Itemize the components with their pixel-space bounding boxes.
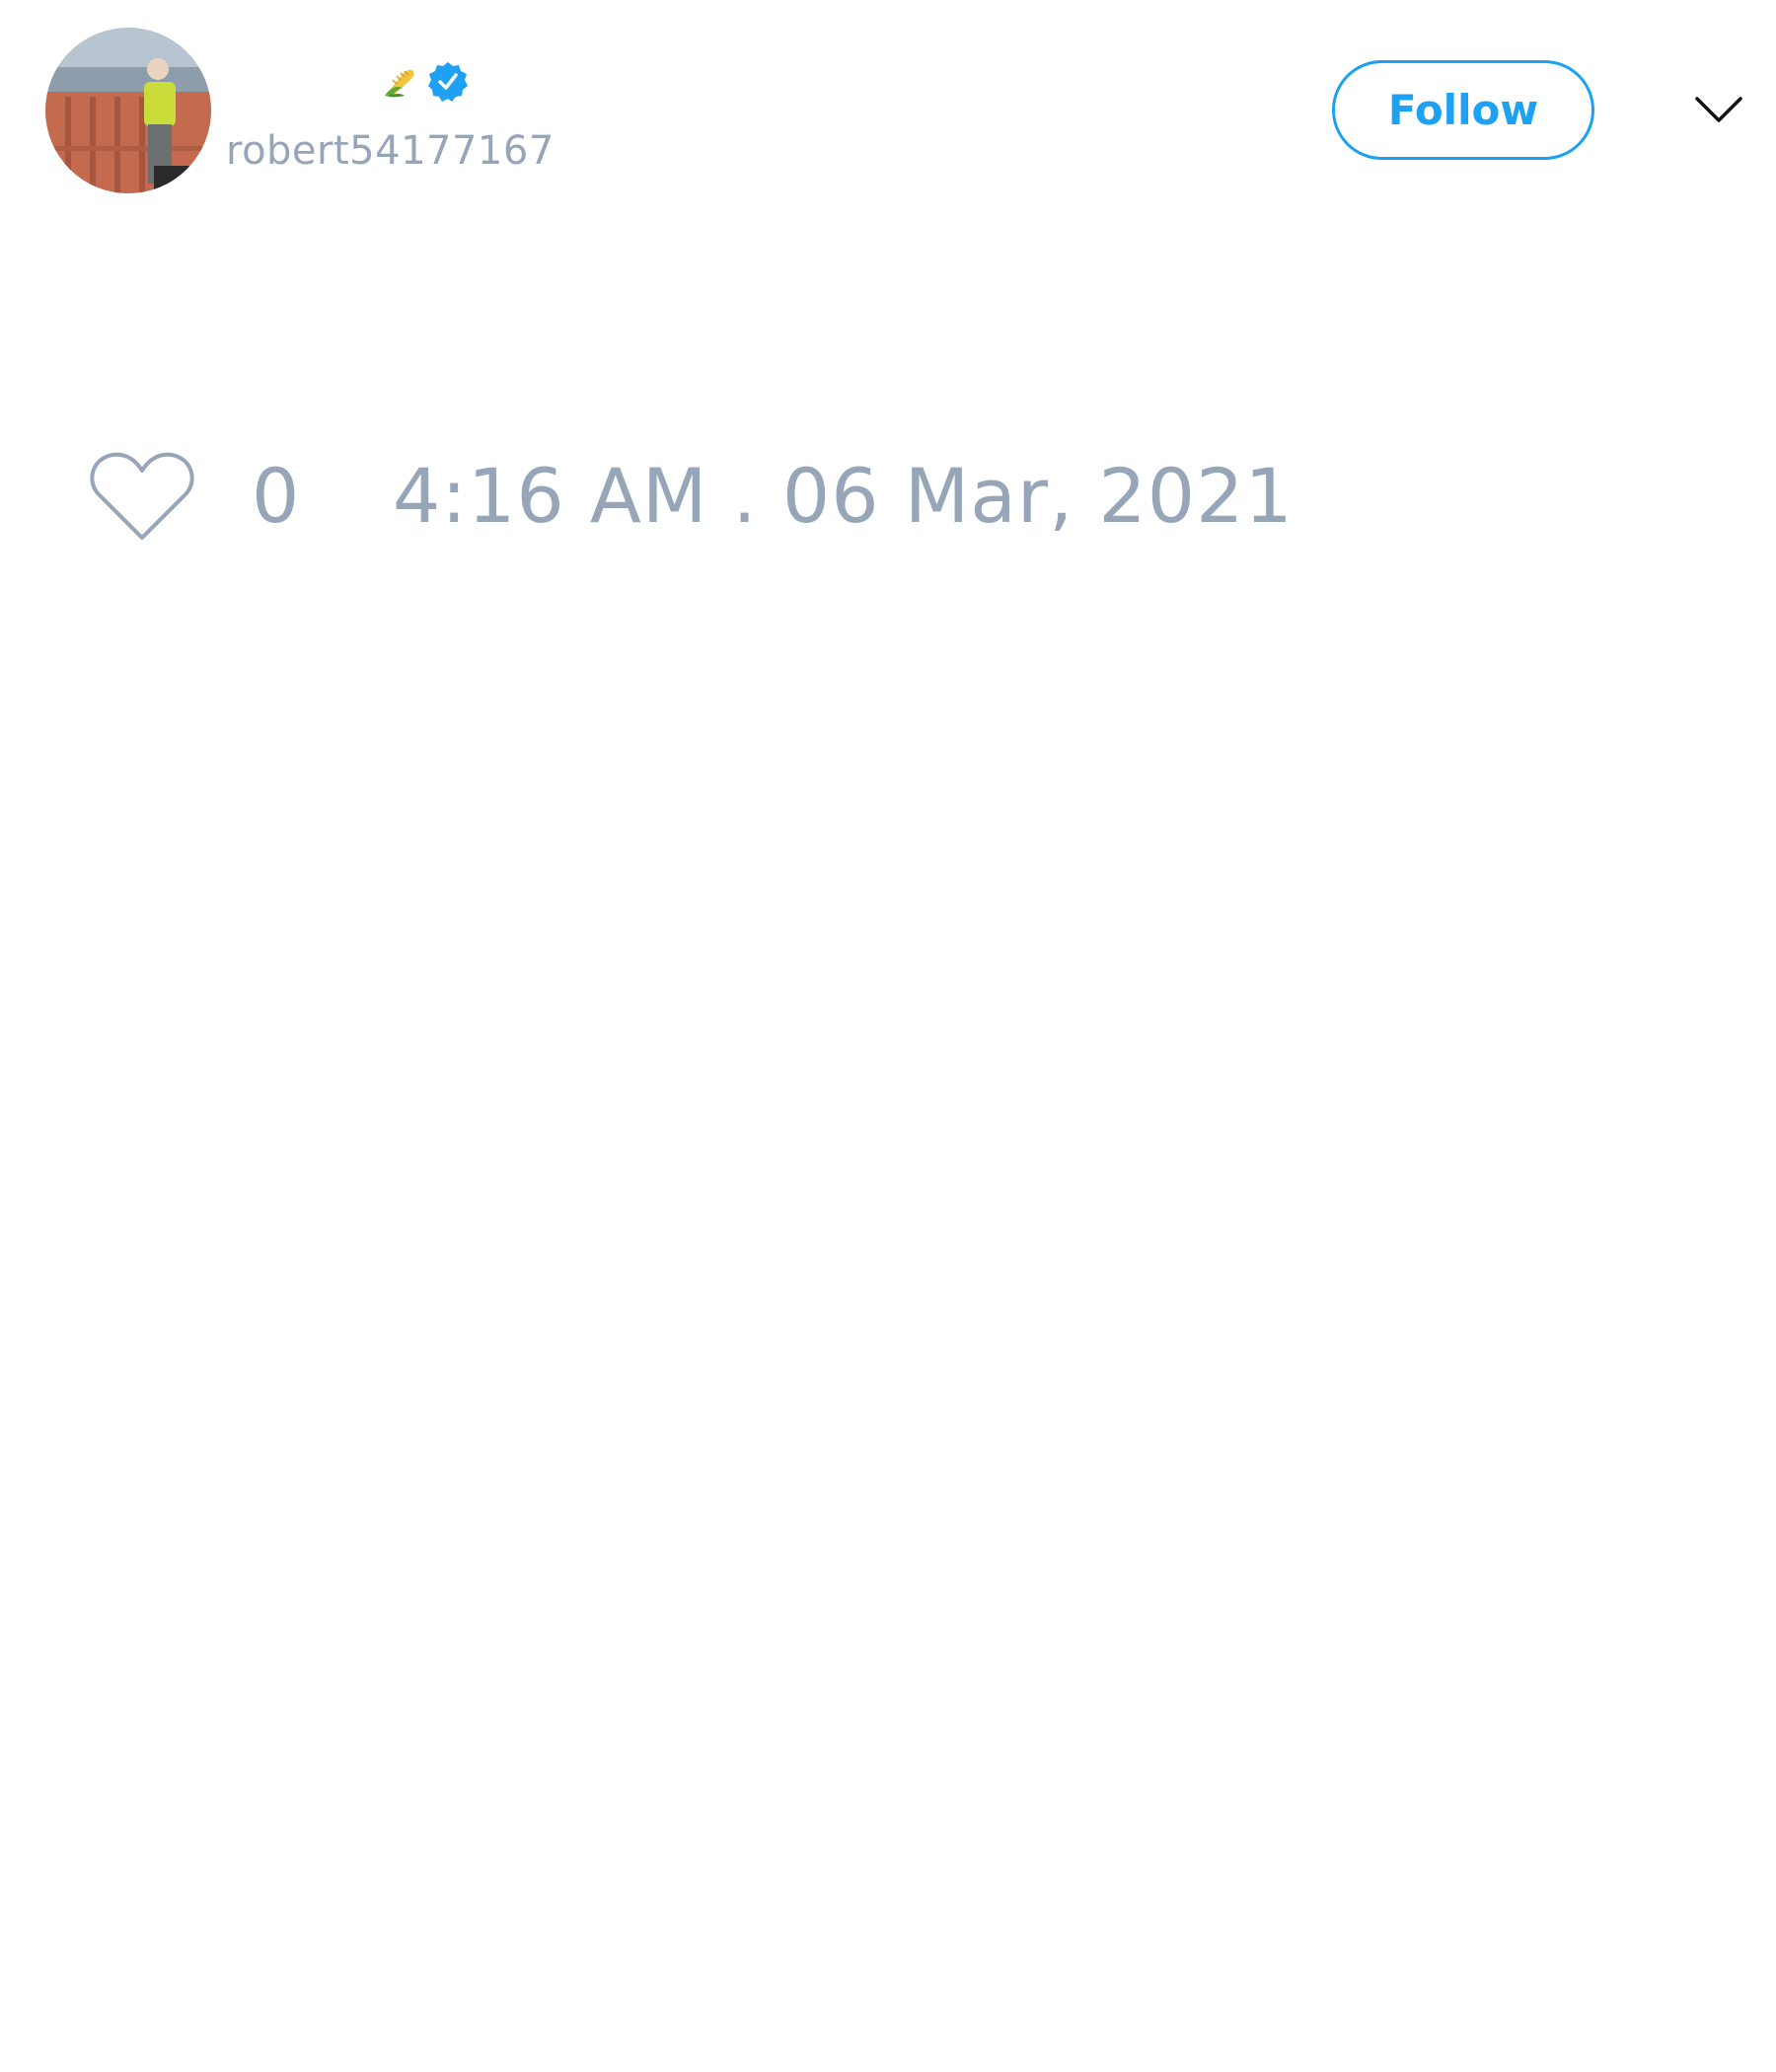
- heart-outline-icon: [90, 452, 194, 540]
- tweet-footer: 0 4:16 AM . 06 Mar, 2021: [0, 434, 1776, 553]
- avatar-photo: [45, 28, 211, 193]
- corn-emoji-icon: [383, 66, 418, 98]
- like-count: 0: [252, 452, 300, 540]
- user-avatar[interactable]: [45, 28, 211, 193]
- follow-button[interactable]: Follow: [1332, 60, 1594, 160]
- tweet-card: robert54177167 Follow 0 4:16 AM . 06 Mar…: [0, 0, 1776, 2072]
- like-button[interactable]: [89, 449, 195, 544]
- user-handle[interactable]: robert54177167: [226, 126, 555, 176]
- verified-badge-icon: [426, 60, 470, 104]
- more-options-button[interactable]: [1693, 91, 1744, 130]
- display-name-row: [383, 57, 470, 107]
- tweet-header: robert54177167 Follow: [0, 0, 1776, 217]
- chevron-down-icon: [1695, 97, 1742, 122]
- tweet-timestamp[interactable]: 4:16 AM . 06 Mar, 2021: [393, 452, 1294, 541]
